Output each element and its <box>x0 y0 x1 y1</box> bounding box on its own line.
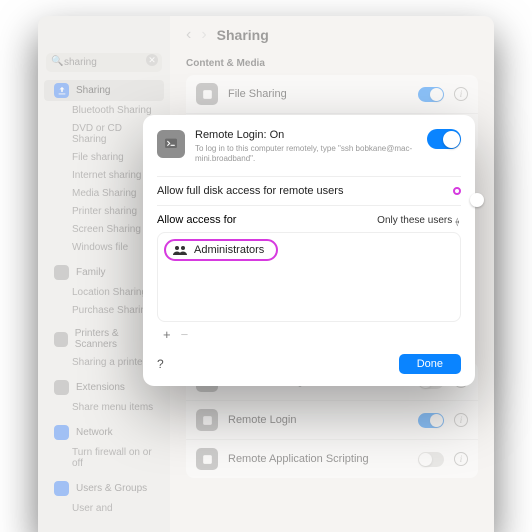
remote-login-modal: Remote Login: On To log in to this compu… <box>143 115 475 386</box>
remote-login-toggle[interactable] <box>427 129 461 149</box>
modal-subtitle: To log in to this computer remotely, typ… <box>195 144 417 164</box>
help-button[interactable]: ? <box>157 357 164 371</box>
terminal-icon <box>157 130 185 158</box>
user-administrators[interactable]: Administrators <box>164 239 278 261</box>
highlight-ring <box>453 187 461 195</box>
remove-user-button[interactable]: − <box>181 327 189 342</box>
add-user-button[interactable]: + <box>163 327 171 342</box>
access-select[interactable]: Only these users <box>377 215 461 226</box>
modal-title: Remote Login: On <box>195 129 417 141</box>
users-icon <box>172 244 188 256</box>
full-disk-label: Allow full disk access for remote users <box>157 185 343 197</box>
user-list: Administrators <box>157 232 461 322</box>
access-label: Allow access for <box>157 214 236 226</box>
done-button[interactable]: Done <box>399 354 461 374</box>
